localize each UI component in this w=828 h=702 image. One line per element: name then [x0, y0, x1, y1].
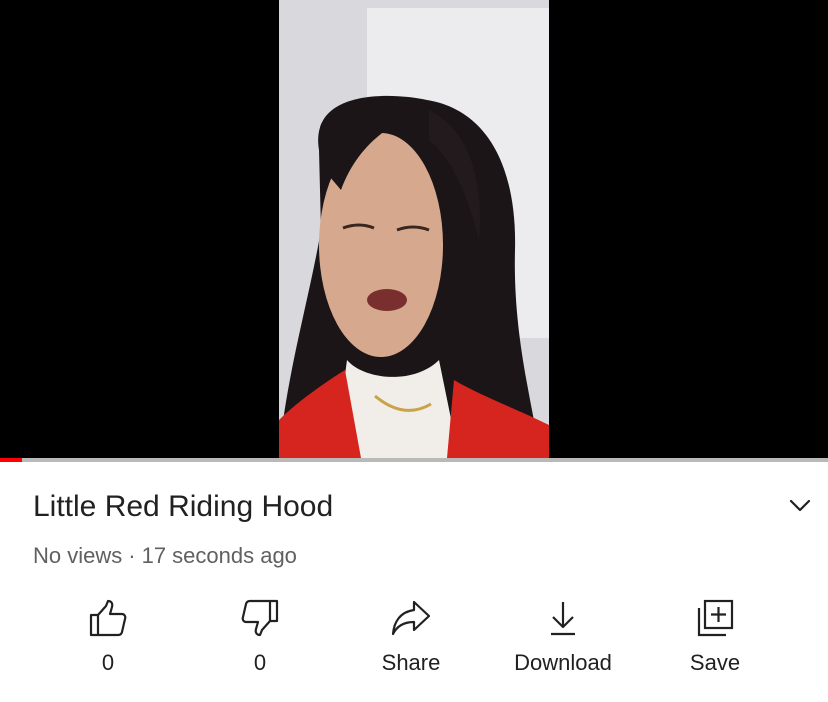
dislike-button[interactable]: 0	[185, 594, 335, 690]
video-meta: No views · 17 seconds ago	[33, 542, 297, 570]
progress-bar-fill	[0, 458, 22, 462]
share-arrow-icon	[387, 594, 435, 642]
download-label: Download	[514, 650, 612, 675]
like-count: 0	[101, 650, 115, 675]
progress-bar[interactable]	[0, 458, 828, 462]
share-label: Share	[381, 650, 441, 675]
expand-description-button[interactable]	[782, 488, 818, 524]
download-icon	[539, 594, 587, 642]
meta-separator: ·	[128, 543, 136, 568]
thumbs-up-icon	[84, 594, 132, 642]
share-button[interactable]: Share	[336, 594, 486, 690]
video-frame[interactable]	[279, 0, 549, 458]
download-button[interactable]: Download	[488, 594, 638, 690]
add-to-playlist-icon	[691, 594, 739, 642]
chevron-down-icon	[789, 499, 811, 512]
upload-time: 17 seconds ago	[141, 543, 297, 568]
action-bar: 0 0 Share Download Save	[0, 594, 828, 690]
video-thumbnail-image	[279, 0, 549, 458]
video-title: Little Red Riding Hood	[33, 490, 334, 523]
view-count: No views	[33, 543, 123, 568]
thumbs-down-icon	[236, 594, 284, 642]
like-button[interactable]: 0	[33, 594, 183, 690]
video-player[interactable]	[0, 0, 828, 458]
dislike-count: 0	[253, 650, 267, 675]
save-label: Save	[689, 650, 741, 675]
save-button[interactable]: Save	[640, 594, 790, 690]
